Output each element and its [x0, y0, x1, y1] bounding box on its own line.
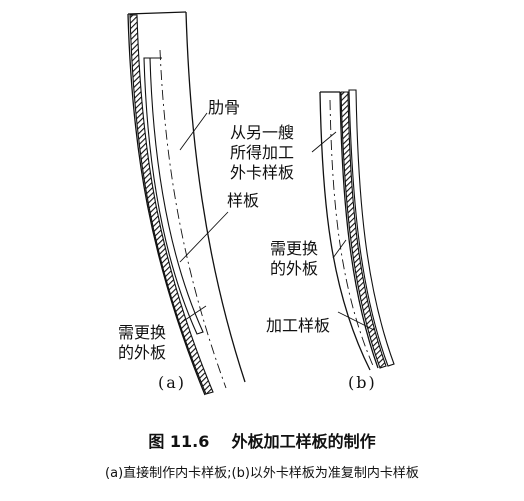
figure-title: 外板加工样板的制作 — [231, 432, 376, 451]
label-b-from-line3: 外卡样板 — [230, 163, 295, 182]
label-b-process: 加工样板 — [266, 316, 331, 335]
b-from-leader — [311, 131, 337, 153]
label-b-replace-line1: 需更换 — [270, 239, 319, 258]
label-a-subfigure: (a) — [158, 373, 187, 392]
label-b-replace-line2: 的外板 — [270, 259, 319, 278]
label-a-replace-line2: 的外板 — [118, 343, 167, 362]
label-b-from-line2: 所得加工 — [230, 143, 295, 162]
figure-number: 图 11.6 — [148, 432, 210, 451]
a-rib-top — [127, 11, 187, 15]
a-rib-leader — [179, 112, 208, 151]
figure-caption-title: 图 11.6 外板加工样板的制作 — [0, 428, 524, 452]
label-a-rib: 肋骨 — [208, 98, 241, 117]
label-a-template: 样板 — [227, 191, 260, 210]
label-b-subfigure: (b) — [348, 373, 377, 392]
label-a-replace-line1: 需更换 — [118, 323, 167, 342]
label-b-from-line1: 从另一艘 — [230, 123, 295, 142]
figure-caption-description: (a)直接制作内卡样板;(b)以外卡样板为准复制内卡样板 — [105, 466, 419, 481]
a-template-leader — [179, 211, 229, 263]
figure-diagram — [127, 11, 395, 396]
